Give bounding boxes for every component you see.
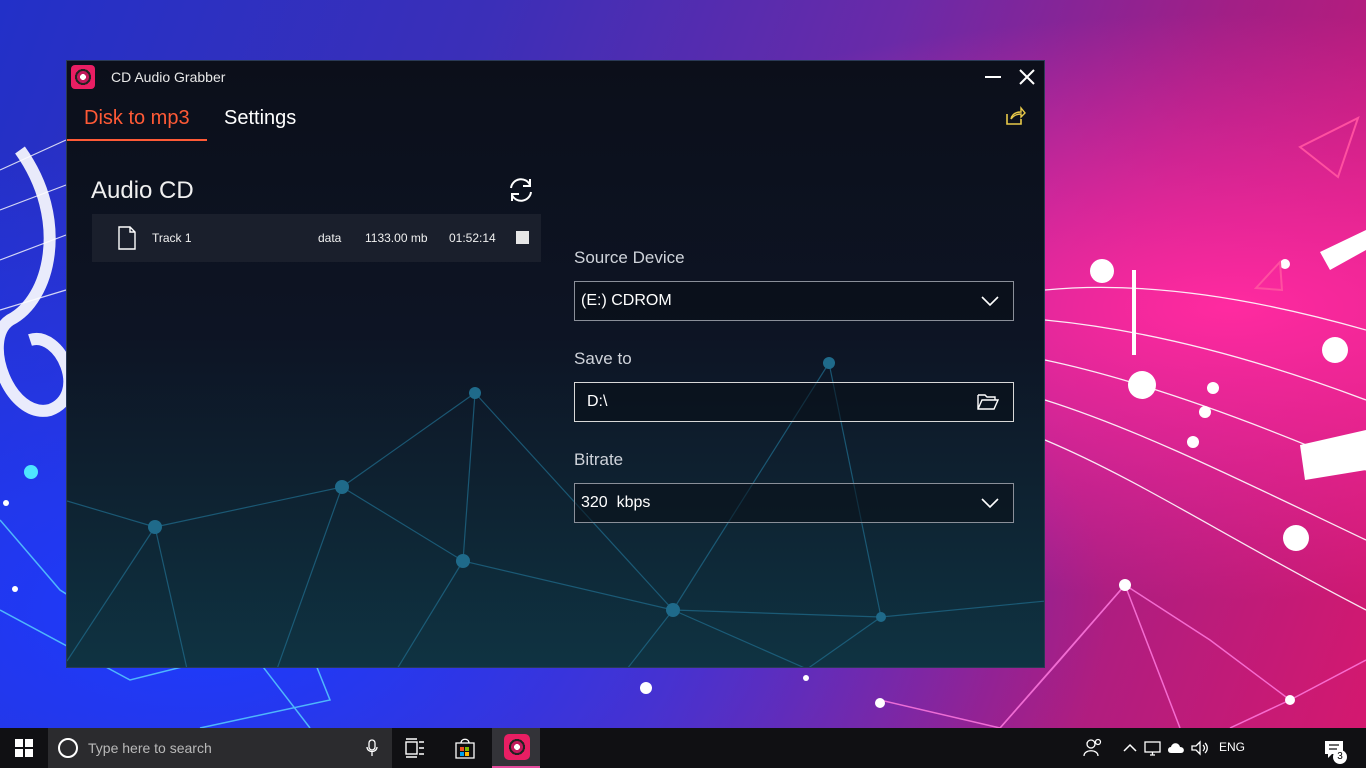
taskbar-search[interactable]: Type here to search [48, 728, 392, 768]
close-button[interactable] [1010, 61, 1044, 93]
tab-disk-to-mp3[interactable]: Disk to mp3 [67, 97, 207, 141]
cloud-icon[interactable] [1166, 738, 1186, 758]
taskbar-app-cd-audio-grabber[interactable] [492, 728, 540, 768]
app-window: CD Audio Grabber Disk to mp3 Settings Au… [66, 60, 1045, 668]
minimize-icon [985, 76, 1001, 78]
title-bar: CD Audio Grabber [67, 61, 1044, 93]
chevron-up-icon[interactable] [1120, 738, 1140, 758]
notification-badge: 3 [1333, 750, 1347, 764]
track-type: data [318, 231, 342, 245]
close-icon [1019, 69, 1035, 85]
track-row[interactable]: Track 1 data 1133.00 mb 01:52:14 [92, 214, 541, 262]
tab-settings[interactable]: Settings [207, 97, 313, 139]
track-size: 1133.00 mb [365, 231, 428, 245]
chevron-down-icon [981, 296, 999, 307]
file-icon [118, 226, 136, 250]
search-placeholder: Type here to search [88, 740, 212, 756]
audio-cd-title: Audio CD [91, 177, 194, 204]
track-name: Track 1 [152, 231, 192, 245]
folder-open-icon[interactable] [977, 393, 999, 411]
minimize-button[interactable] [976, 61, 1010, 93]
source-device-dropdown[interactable]: (E:) CDROM [574, 281, 1014, 321]
store-icon[interactable] [454, 737, 476, 759]
windows-start-icon [15, 739, 33, 757]
volume-icon[interactable] [1190, 738, 1210, 758]
save-to-field[interactable]: D:\ [574, 382, 1014, 422]
people-icon[interactable] [1083, 738, 1103, 758]
app-logo-icon [504, 734, 530, 760]
save-to-value: D:\ [587, 393, 608, 410]
bitrate-dropdown[interactable]: 320 kbps [574, 483, 1014, 523]
chevron-down-icon [981, 498, 999, 509]
track-duration: 01:52:14 [449, 231, 496, 245]
network-background [67, 357, 1044, 667]
microphone-icon[interactable] [366, 739, 378, 757]
task-view-icon[interactable] [404, 737, 426, 759]
taskbar: Type here to search ENG 3 [0, 728, 1366, 768]
source-device-value: (E:) CDROM [581, 292, 672, 309]
refresh-icon[interactable] [506, 175, 536, 205]
bitrate-value: 320 kbps [581, 494, 651, 511]
window-title: CD Audio Grabber [111, 69, 226, 85]
language-indicator[interactable]: ENG [1219, 740, 1245, 754]
app-logo-icon [71, 65, 95, 89]
share-icon[interactable] [1004, 105, 1026, 127]
network-icon[interactable] [1143, 738, 1163, 758]
track-checkbox[interactable] [516, 231, 529, 244]
cortana-icon [58, 738, 78, 758]
bitrate-label: Bitrate [574, 450, 624, 469]
save-to-label: Save to [574, 349, 632, 368]
start-button[interactable] [0, 728, 48, 768]
source-device-label: Source Device [574, 248, 685, 267]
